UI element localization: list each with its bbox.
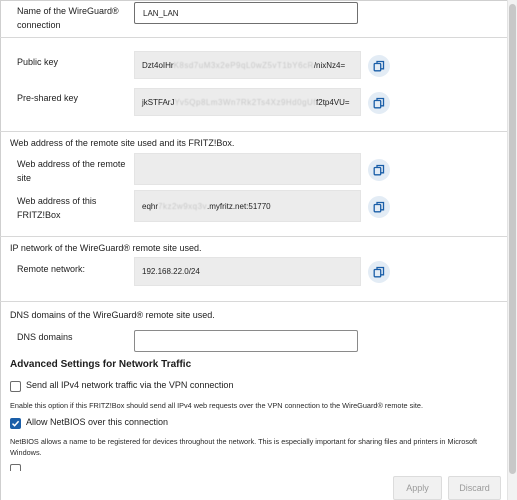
ip-network-section-title: IP network of the WireGuard® remote site… bbox=[10, 243, 202, 253]
scrollbar-track[interactable] bbox=[507, 0, 517, 500]
divider bbox=[0, 37, 507, 38]
divider bbox=[0, 131, 507, 132]
check-icon bbox=[11, 420, 20, 427]
dns-domains-label: DNS domains bbox=[17, 332, 73, 342]
send-all-ipv4-label: Send all IPv4 network traffic via the VP… bbox=[26, 380, 234, 390]
this-web-address-blurred: 7kz2w9xq3v bbox=[158, 201, 208, 211]
allow-netbios-checkbox[interactable] bbox=[10, 418, 21, 429]
remote-web-address-label: Web address of the remote site bbox=[17, 159, 126, 183]
connection-name-input[interactable] bbox=[134, 2, 358, 24]
apply-button[interactable]: Apply bbox=[393, 476, 442, 500]
this-web-address-end: .myfritz.net:51770 bbox=[207, 201, 271, 211]
public-key-value-blurred: K8sd7uM3x2eP9qL0wZ5vT1bY6cR bbox=[173, 60, 314, 70]
divider bbox=[0, 236, 507, 237]
send-all-ipv4-checkbox[interactable] bbox=[10, 381, 21, 392]
allow-netbios-description: NetBIOS allows a name to be registered f… bbox=[10, 437, 478, 457]
dns-domains-input[interactable] bbox=[134, 330, 358, 352]
send-all-ipv4-description: Enable this option if this FRITZ!Box sho… bbox=[10, 401, 423, 410]
copy-icon bbox=[373, 60, 385, 72]
discard-button[interactable]: Discard bbox=[448, 476, 501, 500]
preshared-key-label: Pre-shared key bbox=[17, 93, 79, 103]
copy-public-key-button[interactable] bbox=[368, 55, 390, 77]
scrollbar-thumb[interactable] bbox=[509, 4, 516, 474]
preshared-key-value-blurred: Yv5Qp8Lm3Wn7Rk2Ts4Xz9Hd0gUf bbox=[174, 97, 317, 107]
dns-section-title: DNS domains of the WireGuard® remote sit… bbox=[10, 310, 215, 320]
advanced-settings-title: Advanced Settings for Network Traffic bbox=[10, 359, 192, 370]
public-key-value-end: /nixNz4= bbox=[313, 60, 346, 70]
copy-icon bbox=[373, 97, 385, 109]
public-key-label: Public key bbox=[17, 57, 59, 67]
preshared-key-field: jkSTFArJ Yv5Qp8Lm3Wn7Rk2Ts4Xz9Hd0gUf f2tp4… bbox=[134, 88, 361, 116]
public-key-field: Dzt4oIHr K8sd7uM3x2eP9qL0wZ5vT1bY6cR/nixN… bbox=[134, 51, 361, 79]
copy-remote-network-button[interactable] bbox=[368, 261, 390, 283]
remote-web-address-field bbox=[134, 153, 361, 185]
copy-this-web-address-button[interactable] bbox=[368, 196, 390, 218]
copy-preshared-key-button[interactable] bbox=[368, 92, 390, 114]
copy-remote-web-address-button[interactable] bbox=[368, 159, 390, 181]
copy-icon bbox=[373, 201, 385, 213]
copy-icon bbox=[373, 164, 385, 176]
preshared-key-value-start: jkSTFArJ bbox=[142, 97, 175, 107]
divider bbox=[0, 301, 507, 302]
copy-icon bbox=[373, 266, 385, 278]
preshared-key-value-end: f2tp4VU= bbox=[316, 97, 350, 107]
allow-netbios-label: Allow NetBIOS over this connection bbox=[26, 417, 169, 427]
web-address-section-title: Web address of the remote site used and … bbox=[10, 138, 235, 148]
remote-network-label: Remote network: bbox=[17, 264, 86, 274]
this-web-address-start: eqhr bbox=[142, 201, 159, 211]
public-key-value-start: Dzt4oIHr bbox=[142, 60, 174, 70]
connection-name-label: Name of the WireGuard® connection bbox=[17, 6, 119, 30]
this-web-address-field: eqhr 7kz2w9xq3v .myfritz.net:51770 bbox=[134, 190, 361, 222]
remote-network-field: 192.168.22.0/24 bbox=[134, 257, 361, 286]
this-web-address-label: Web address of this FRITZ!Box bbox=[17, 196, 97, 220]
